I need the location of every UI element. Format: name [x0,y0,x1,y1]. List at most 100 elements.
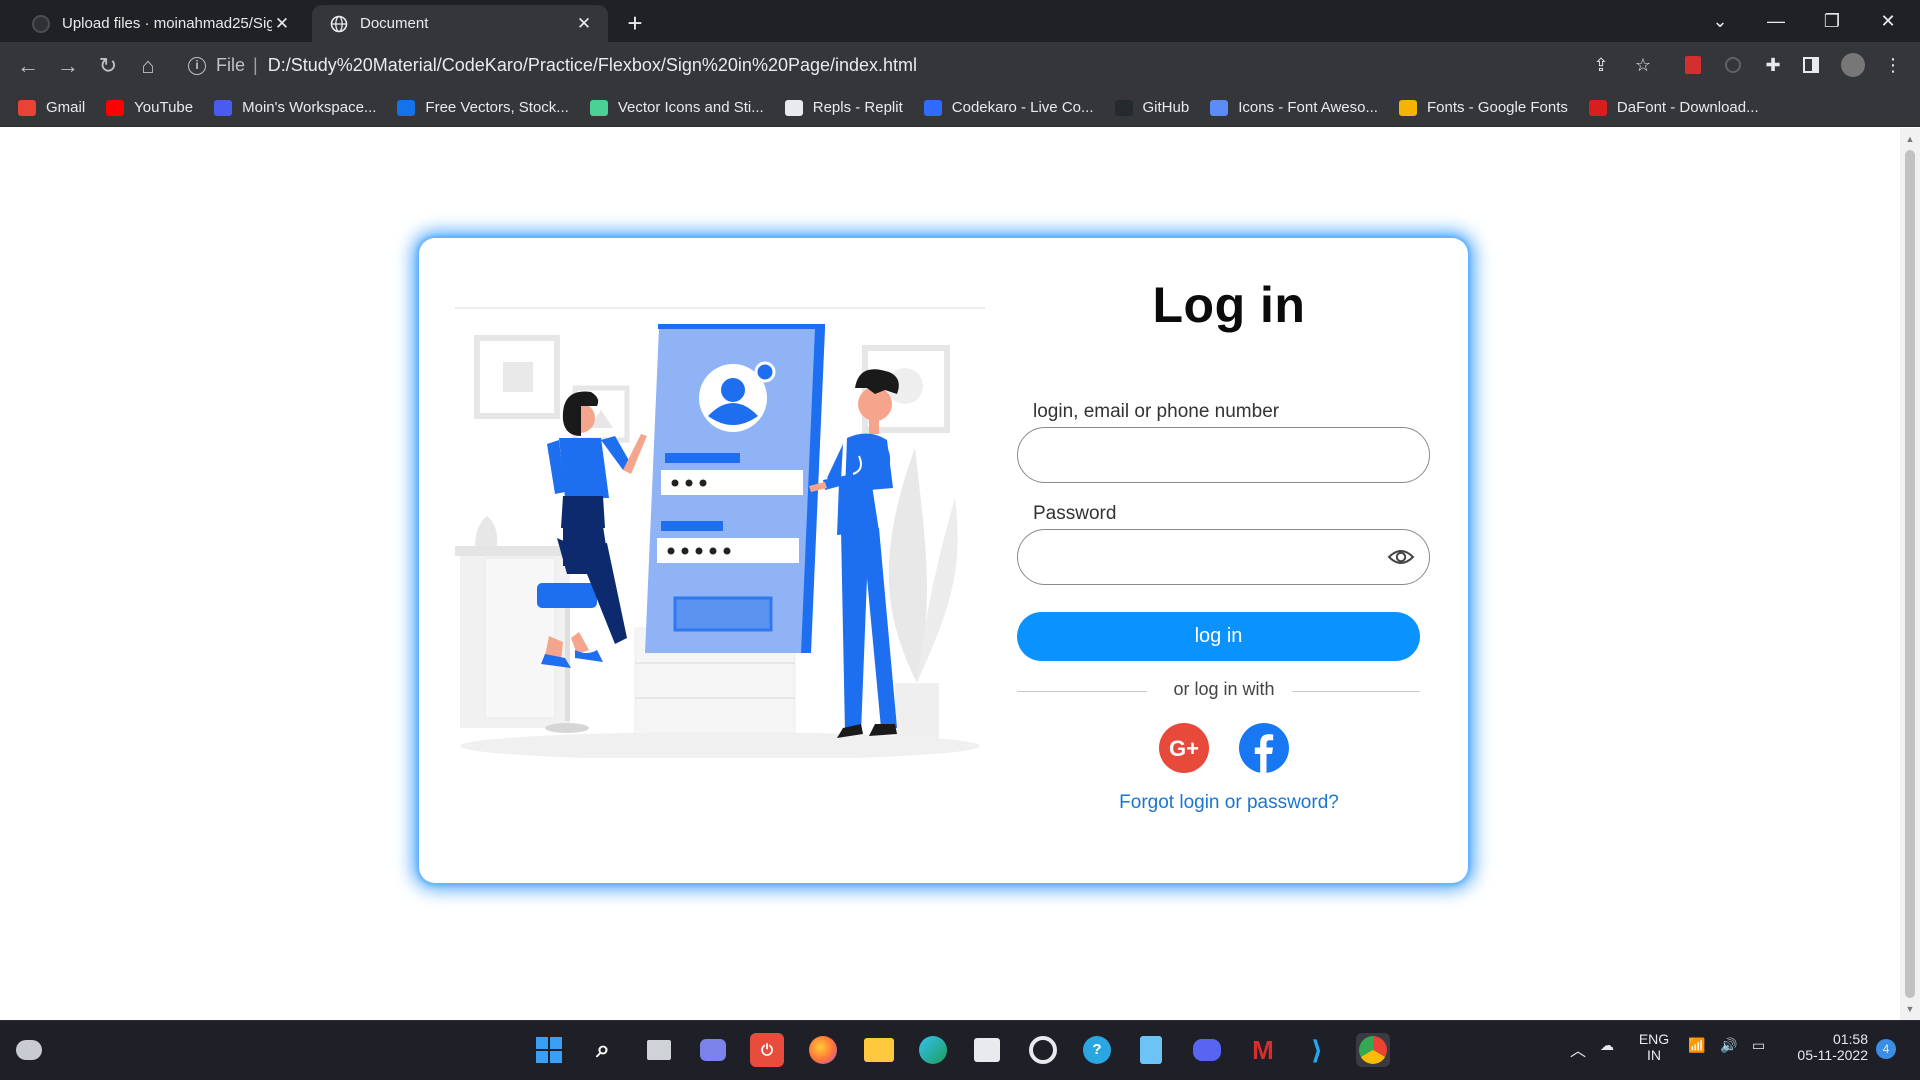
divider-right [1292,691,1420,692]
share-icon[interactable]: ⇪ [1586,50,1616,80]
bookmark-label: Moin's Workspace... [242,99,377,116]
or-log-in-with-text: or log in with [1173,679,1275,699]
volume-icon[interactable]: 🔊 [1720,1037,1737,1054]
github-icon [1114,99,1133,116]
region-code: IN [1647,1047,1661,1063]
bookmark-label: YouTube [134,99,194,116]
task-view-icon[interactable] [642,1033,676,1067]
extensions-puzzle-icon[interactable]: ✚ [1758,50,1788,80]
show-password-eye-icon[interactable] [1387,547,1415,567]
firefox-icon[interactable] [806,1033,840,1067]
bookmark-label: Gmail [46,99,86,116]
battery-icon[interactable]: ▭ [1752,1037,1765,1054]
teams-chat-icon[interactable] [696,1033,730,1067]
bookmark-item[interactable]: Icons - Font Aweso... [1210,99,1378,116]
bookmark-label: Free Vectors, Stock... [425,99,569,116]
forgot-password-link[interactable]: Forgot login or password? [1019,792,1439,814]
clock[interactable]: 01:58 05-11-2022 [1788,1031,1868,1063]
microsoft-store-icon[interactable] [970,1033,1004,1067]
bookmark-label: GitHub [1142,99,1190,116]
google-plus-icon: G+ [1169,736,1199,761]
side-panel-icon[interactable] [1796,50,1826,80]
facebook-icon [1254,734,1274,773]
freepik-icon [397,99,416,116]
scroll-down-icon[interactable]: ▼ [1905,1004,1915,1014]
notification-badge[interactable]: 4 [1876,1039,1896,1059]
language-code: ENG [1638,1031,1670,1047]
fontawesome-icon [1210,99,1229,116]
reload-icon[interactable]: ↻ [92,50,124,82]
bookmark-item[interactable]: Vector Icons and Sti... [589,99,764,116]
weather-widget-icon[interactable] [12,1033,46,1067]
username-input[interactable] [1017,427,1430,483]
minimize-button[interactable]: — [1748,0,1804,42]
tray-overflow-icon[interactable]: ︿ [1570,1037,1586,1061]
bookmark-item[interactable]: Codekaro - Live Co... [923,99,1094,116]
chrome-icon[interactable] [1356,1033,1390,1067]
bookmark-item[interactable]: GitHub [1114,99,1190,116]
windows-taskbar: ⌕ ⏻ ? M ⟩ ︿ ☁ ENG IN 📶 🔊 ▭ 01:58 05-11-2… [0,1020,1920,1080]
password-input[interactable] [1017,529,1430,585]
bookmark-item[interactable]: Fonts - Google Fonts [1398,99,1568,116]
bookmark-item[interactable]: Moin's Workspace... [214,99,376,116]
site-info-icon[interactable]: i [188,56,206,75]
scrollbar-thumb[interactable] [1905,150,1915,998]
dafont-icon [1588,99,1607,116]
bookmark-label: Repls - Replit [812,99,903,116]
new-tab-button[interactable]: + [620,9,650,39]
github-favicon-icon [32,14,50,33]
profile-avatar[interactable] [1838,50,1868,80]
file-explorer-icon[interactable] [862,1033,896,1067]
tab-title: Upload files · moinahmad25/Sign [62,15,272,32]
mcafee-icon[interactable]: M [1246,1033,1280,1067]
username-label: login, email or phone number [1033,401,1280,422]
edge-icon[interactable] [916,1033,950,1067]
back-icon[interactable]: ← [12,50,44,82]
page-scrollbar[interactable]: ▲ ▼ [1900,128,1920,1020]
bookmark-label: DaFont - Download... [1616,99,1759,116]
bookmark-item[interactable]: Gmail [18,99,85,116]
tab-upload-files[interactable]: Upload files · moinahmad25/Sign ✕ [14,5,306,42]
menu-kebab-icon[interactable]: ⋮ [1878,50,1908,80]
discord-icon[interactable] [1190,1033,1224,1067]
workspace-icon [214,99,233,116]
scroll-up-icon[interactable]: ▲ [1905,134,1915,144]
password-label: Password [1033,503,1117,524]
windows-start-icon[interactable] [532,1033,566,1067]
bookmark-star-icon[interactable]: ☆ [1628,50,1658,80]
bookmark-item[interactable]: Repls - Replit [784,99,903,116]
bookmark-item[interactable]: YouTube [106,99,193,116]
bookmarks-bar: Gmail YouTube Moin's Workspace... Free Vect… [0,89,1920,127]
wifi-icon[interactable]: 📶 [1688,1037,1705,1054]
google-plus-login-button[interactable]: G+ [1159,723,1209,773]
bookmark-label: Vector Icons and Sti... [617,99,764,116]
extension-red-icon[interactable] [1678,50,1708,80]
tab-document[interactable]: Document ✕ [312,5,608,42]
search-icon[interactable]: ⌕ [586,1033,620,1067]
close-tab-icon[interactable]: ✕ [574,14,594,34]
app-power-icon[interactable]: ⏻ [750,1033,784,1067]
googlefonts-icon [1398,99,1417,116]
language-indicator[interactable]: ENG IN [1636,1031,1672,1063]
address-bar[interactable]: i File | D:/Study%20Material/CodeKaro/Pr… [176,47,1646,84]
facebook-login-button[interactable] [1239,723,1289,773]
bookmark-item[interactable]: Free Vectors, Stock... [397,99,569,116]
extension-record-icon[interactable] [1718,50,1748,80]
forward-icon[interactable]: → [52,50,84,82]
vscode-icon[interactable]: ⟩ [1300,1033,1334,1067]
close-tab-icon[interactable]: ✕ [272,14,292,34]
help-tips-icon[interactable]: ? [1080,1033,1114,1067]
onedrive-icon[interactable]: ☁ [1600,1037,1614,1054]
restore-button[interactable]: ❐ [1804,0,1860,42]
tab-search-icon[interactable]: ⌄ [1692,0,1748,42]
globe-icon [330,15,348,33]
notepad-icon[interactable] [1134,1033,1168,1067]
github-desktop-icon[interactable] [1026,1033,1060,1067]
divider-left [1017,691,1147,692]
login-title: Log in [1152,277,1306,333]
log-in-button[interactable]: log in [1017,612,1420,661]
home-icon[interactable]: ⌂ [132,50,164,82]
bookmark-item[interactable]: DaFont - Download... [1588,99,1759,116]
url-text[interactable]: D:/Study%20Material/CodeKaro/Practice/Fl… [268,55,917,76]
close-window-button[interactable]: ✕ [1860,0,1916,42]
